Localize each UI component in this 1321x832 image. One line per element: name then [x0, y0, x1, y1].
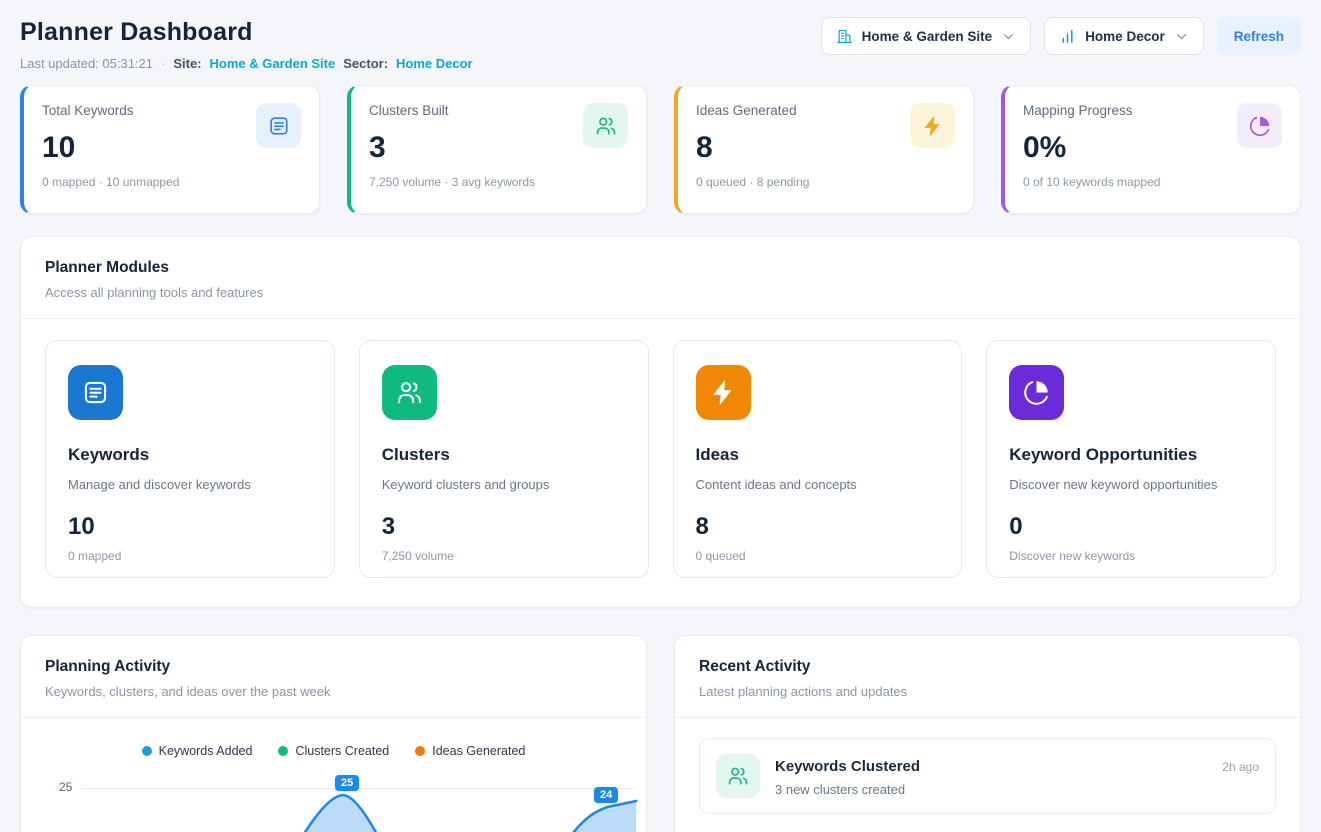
legend-item-ideas-generated[interactable]: Ideas Generated: [415, 744, 525, 758]
planner-modules-panel: Planner Modules Access all planning tool…: [20, 236, 1301, 608]
card-title: Planning Activity: [45, 658, 622, 676]
stat-subtext: 7,250 volume · 3 avg keywords: [369, 175, 628, 189]
module-card-keywords[interactable]: Keywords Manage and discover keywords 10…: [45, 340, 335, 578]
lightning-icon: [696, 365, 751, 420]
module-card-ideas[interactable]: Ideas Content ideas and concepts 8 0 que…: [673, 340, 963, 578]
data-point-badge: 25: [335, 775, 359, 791]
refresh-button[interactable]: Refresh: [1217, 17, 1301, 55]
activity-description: 3 new clusters created: [775, 782, 1207, 797]
stat-subtext: 0 of 10 keywords mapped: [1023, 175, 1282, 189]
users-icon: [382, 365, 437, 420]
chevron-down-icon: [1001, 29, 1016, 44]
module-subtext: Discover new keywords: [1009, 549, 1253, 563]
bottom-row: Planning Activity Keywords, clusters, an…: [20, 635, 1301, 832]
legend-label: Clusters Created: [295, 744, 389, 758]
sector-selector-label: Home Decor: [1085, 29, 1165, 44]
module-description: Content ideas and concepts: [696, 477, 940, 492]
sector-label: Sector:: [343, 56, 388, 71]
stat-cards-row: Total Keywords 10 0 mapped · 10 unmapped…: [20, 85, 1301, 214]
planner-dashboard-page: Planner Dashboard Last updated: 05:31:21…: [0, 0, 1321, 832]
pie-chart-icon: [1009, 365, 1064, 420]
module-description: Discover new keyword opportunities: [1009, 477, 1253, 492]
page-header: Planner Dashboard Last updated: 05:31:21…: [20, 14, 1301, 71]
activity-title: Keywords Clustered: [775, 758, 1207, 775]
keywords-added-series: [21, 768, 646, 832]
site-link[interactable]: Home & Garden Site: [210, 56, 336, 71]
chevron-down-icon: [1174, 29, 1189, 44]
section-subtitle: Access all planning tools and features: [45, 285, 1276, 300]
legend-item-keywords-added[interactable]: Keywords Added: [142, 744, 253, 758]
legend-dot: [142, 746, 152, 756]
activity-timestamp: 2h ago: [1222, 754, 1259, 774]
recent-activity-panel: Recent Activity Latest planning actions …: [674, 635, 1301, 832]
planning-activity-panel: Planning Activity Keywords, clusters, an…: [20, 635, 647, 832]
module-description: Manage and discover keywords: [68, 477, 312, 492]
legend-dot: [278, 746, 288, 756]
module-subtext: 7,250 volume: [382, 549, 626, 563]
module-title: Keywords: [68, 445, 312, 465]
building-icon: [836, 28, 853, 45]
legend-item-clusters-created[interactable]: Clusters Created: [278, 744, 389, 758]
module-value: 3: [382, 513, 626, 541]
module-value: 0: [1009, 513, 1253, 541]
site-selector-dropdown[interactable]: Home & Garden Site: [821, 17, 1032, 55]
document-icon: [256, 103, 301, 148]
data-point-badge: 24: [594, 787, 618, 803]
recent-activity-header: Recent Activity Latest planning actions …: [675, 636, 1300, 718]
pie-chart-icon: [1237, 103, 1282, 148]
legend-label: Ideas Generated: [432, 744, 525, 758]
module-subtext: 0 mapped: [68, 549, 312, 563]
planning-activity-header: Planning Activity Keywords, clusters, an…: [21, 636, 646, 718]
stat-subtext: 0 mapped · 10 unmapped: [42, 175, 301, 189]
lightning-icon: [910, 103, 955, 148]
chart-legend: Keywords Added Clusters Created Ideas Ge…: [21, 718, 646, 758]
line-chart: 25 25 24: [21, 768, 646, 832]
header-left: Planner Dashboard Last updated: 05:31:21…: [20, 14, 473, 71]
module-title: Ideas: [696, 445, 940, 465]
activity-item-keywords-clustered: Keywords Clustered 3 new clusters create…: [699, 738, 1276, 814]
meta-separator: ·: [161, 56, 165, 71]
legend-label: Keywords Added: [159, 744, 253, 758]
module-subtext: 0 queued: [696, 549, 940, 563]
card-subtitle: Latest planning actions and updates: [699, 684, 1276, 699]
sector-selector-dropdown[interactable]: Home Decor: [1044, 17, 1204, 55]
stat-card-ideas-generated: Ideas Generated 8 0 queued · 8 pending: [674, 85, 974, 214]
stat-card-clusters-built: Clusters Built 3 7,250 volume · 3 avg ke…: [347, 85, 647, 214]
module-value: 10: [68, 513, 312, 541]
module-value: 8: [696, 513, 940, 541]
module-card-keyword-opportunities[interactable]: Keyword Opportunities Discover new keywo…: [986, 340, 1276, 578]
sector-link[interactable]: Home Decor: [396, 56, 473, 71]
module-card-clusters[interactable]: Clusters Keyword clusters and groups 3 7…: [359, 340, 649, 578]
stat-subtext: 0 queued · 8 pending: [696, 175, 955, 189]
legend-dot: [415, 746, 425, 756]
section-title: Planner Modules: [45, 259, 1276, 277]
users-icon: [583, 103, 628, 148]
module-title: Clusters: [382, 445, 626, 465]
planner-modules-header: Planner Modules Access all planning tool…: [21, 237, 1300, 319]
card-title: Recent Activity: [699, 658, 1276, 676]
site-selector-label: Home & Garden Site: [862, 29, 993, 44]
card-subtitle: Keywords, clusters, and ideas over the p…: [45, 684, 622, 699]
site-label: Site:: [173, 56, 201, 71]
modules-grid: Keywords Manage and discover keywords 10…: [21, 319, 1300, 607]
stat-card-mapping-progress: Mapping Progress 0% 0 of 10 keywords map…: [1001, 85, 1301, 214]
meta-line: Last updated: 05:31:21 · Site: Home & Ga…: [20, 56, 473, 71]
users-icon: [716, 754, 760, 798]
last-updated-text: Last updated: 05:31:21: [20, 56, 153, 71]
header-controls: Home & Garden Site Home Decor Refresh: [821, 17, 1301, 55]
page-title: Planner Dashboard: [20, 18, 473, 47]
document-icon: [68, 365, 123, 420]
module-title: Keyword Opportunities: [1009, 445, 1253, 465]
bar-chart-icon: [1059, 28, 1076, 45]
stat-card-total-keywords: Total Keywords 10 0 mapped · 10 unmapped: [20, 85, 320, 214]
module-description: Keyword clusters and groups: [382, 477, 626, 492]
activity-body: Keywords Clustered 3 new clusters create…: [775, 754, 1207, 797]
